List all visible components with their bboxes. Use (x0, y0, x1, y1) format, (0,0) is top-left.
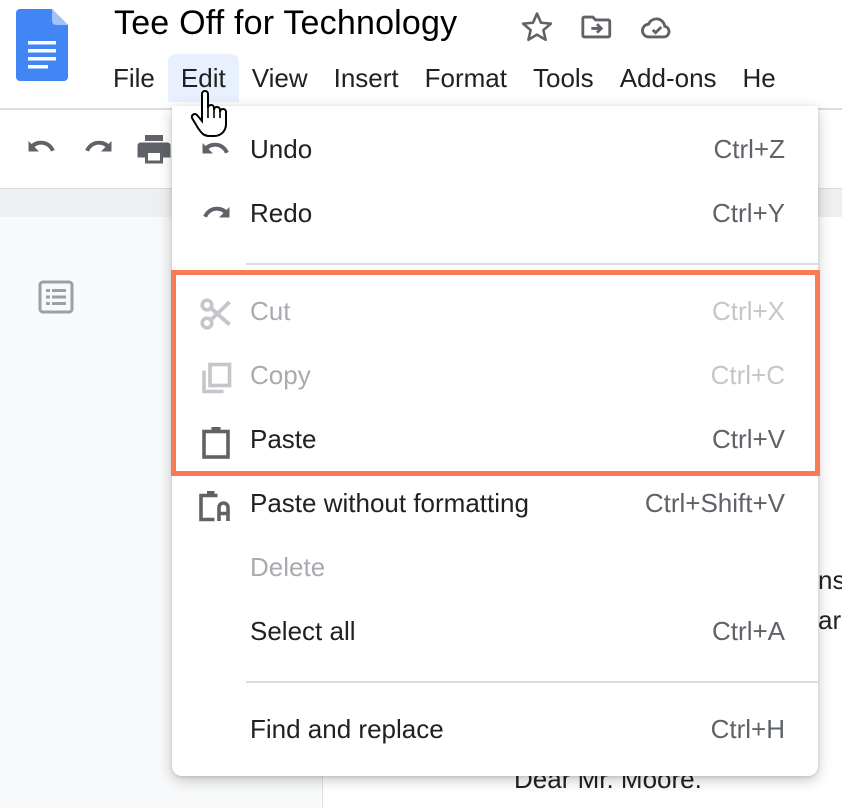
menu-item-label: Select all (250, 616, 356, 646)
menu-separator (246, 681, 818, 683)
undo-icon[interactable] (24, 135, 60, 165)
menu-separator (246, 263, 818, 265)
undo-icon (202, 142, 229, 154)
cloud-saved-icon[interactable] (640, 10, 674, 44)
menu-item-shortcut: Ctrl+Z (713, 134, 786, 164)
menu-item-select-all[interactable]: Select all Ctrl+A (172, 602, 818, 666)
menu-help[interactable]: He (730, 54, 789, 102)
hand-pointer-cursor-icon (190, 90, 227, 137)
redo-icon (203, 206, 230, 218)
paste-plain-icon (199, 491, 230, 522)
star-icon[interactable] (520, 10, 554, 44)
menu-item-undo[interactable]: Undo Ctrl+Z (172, 120, 818, 184)
menu-view[interactable]: View (239, 54, 321, 102)
menu-item-shortcut: Ctrl+Shift+V (644, 488, 785, 518)
menu-format[interactable]: Format (412, 54, 520, 102)
move-to-folder-icon[interactable] (580, 10, 614, 44)
redo-icon[interactable] (80, 135, 116, 165)
menu-item-label: Delete (250, 552, 326, 582)
google-docs-logo[interactable] (16, 9, 68, 81)
menu-item-delete[interactable]: Delete (172, 538, 818, 602)
menu-tools[interactable]: Tools (520, 54, 607, 102)
menu-item-label: Redo (250, 198, 313, 228)
annotation-highlight-box (171, 270, 820, 476)
document-outline-icon[interactable] (38, 280, 74, 314)
menu-addons[interactable]: Add-ons (607, 54, 730, 102)
menu-item-redo[interactable]: Redo Ctrl+Y (172, 184, 818, 248)
menu-insert[interactable]: Insert (321, 54, 412, 102)
menu-item-shortcut: Ctrl+Y (712, 198, 785, 228)
menu-item-label: Undo (250, 134, 313, 164)
menu-item-paste-without-formatting[interactable]: Paste without formatting Ctrl+Shift+V (172, 474, 818, 538)
menu-item-label: Paste without formatting (250, 488, 529, 518)
print-icon[interactable] (136, 135, 172, 165)
menu-item-shortcut: Ctrl+H (710, 714, 785, 744)
menu-item-shortcut: Ctrl+A (712, 616, 785, 646)
menu-item-label: Find and replace (250, 714, 444, 744)
document-text-fragment: arc (818, 605, 842, 635)
menu-file[interactable]: File (100, 54, 168, 102)
menu-item-find-and-replace[interactable]: Find and replace Ctrl+H (172, 700, 818, 764)
document-text-fragment: ns (818, 565, 842, 595)
document-title[interactable]: Tee Off for Technology (114, 4, 457, 43)
